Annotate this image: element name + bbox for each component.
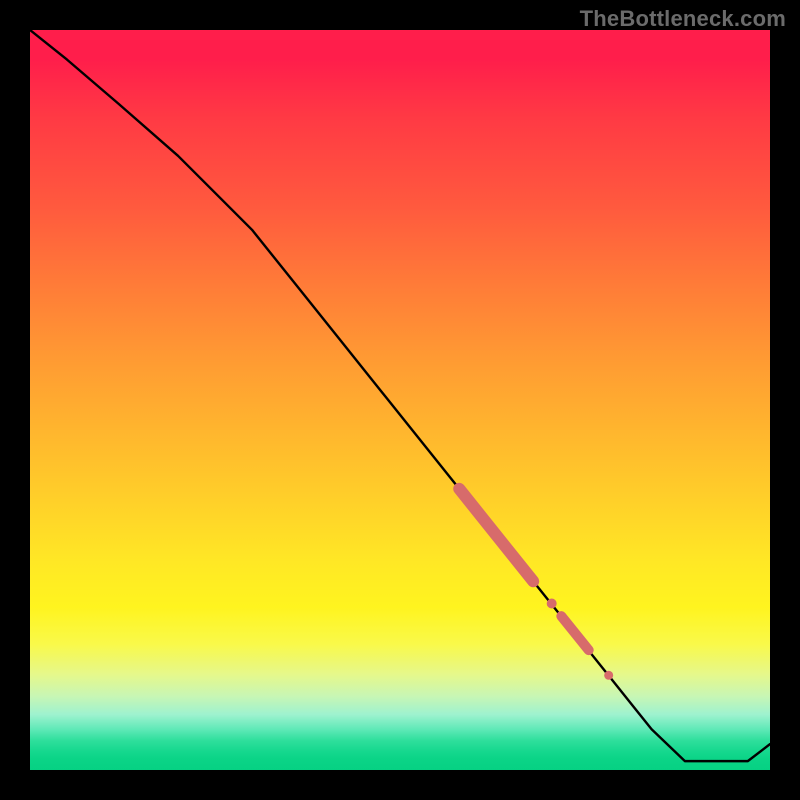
watermark-text: TheBottleneck.com xyxy=(580,6,786,32)
highlight-dot-1 xyxy=(547,599,557,609)
highlight-segment-2 xyxy=(561,616,588,650)
chart-svg xyxy=(30,30,770,770)
chart-frame: TheBottleneck.com xyxy=(0,0,800,800)
bottleneck-curve xyxy=(30,30,770,761)
highlight-dot-2 xyxy=(604,671,613,680)
plot-area xyxy=(30,30,770,770)
highlight-segment-1 xyxy=(459,489,533,582)
